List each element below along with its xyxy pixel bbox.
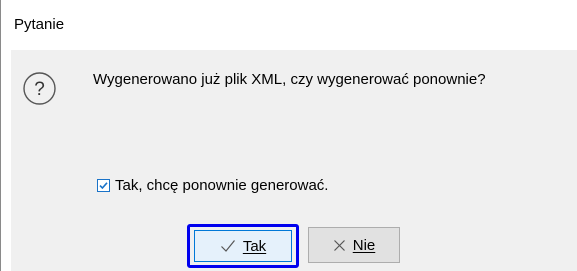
yes-button[interactable]: Tak xyxy=(194,230,292,262)
question-mark-icon: ? xyxy=(23,72,56,105)
cross-icon xyxy=(333,239,346,252)
no-button[interactable]: Nie xyxy=(308,227,400,263)
checkmark-icon xyxy=(99,181,108,189)
yes-button-label: Tak xyxy=(242,237,267,255)
no-button-label: Nie xyxy=(352,236,376,254)
title-bar[interactable]: Pytanie xyxy=(1,0,577,50)
checkmark-icon xyxy=(220,239,236,253)
regenerate-checkbox-label: Tak, chcę ponownie generować. xyxy=(115,176,329,194)
regenerate-checkbox[interactable] xyxy=(97,178,110,192)
svg-text:?: ? xyxy=(34,79,45,100)
dialog-window: Pytanie ? Wygenerowano już plik XML, czy… xyxy=(0,0,577,271)
window-title: Pytanie xyxy=(14,16,65,33)
dialog-message: Wygenerowano już plik XML, czy wygenerow… xyxy=(93,71,486,88)
regenerate-checkbox-row[interactable]: Tak, chcę ponownie generować. xyxy=(97,176,328,194)
